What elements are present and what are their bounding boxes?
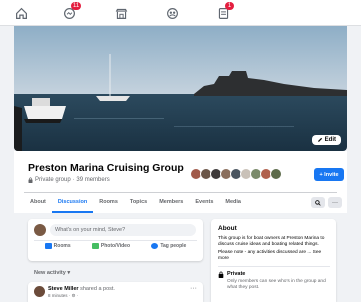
rooms-label: Rooms <box>53 243 71 249</box>
cover-photo: Edit <box>14 26 347 151</box>
search-group-button[interactable] <box>311 197 325 208</box>
home-nav-button[interactable] <box>6 4 36 22</box>
marketplace-icon <box>115 8 127 19</box>
lock-icon <box>28 177 33 183</box>
lock-icon <box>218 271 224 278</box>
video-room-icon <box>44 243 52 249</box>
post-author[interactable]: Steve Miller <box>48 286 79 292</box>
tag-people-button[interactable]: Tag people <box>151 243 186 249</box>
privacy-description: Only members can see who's in the group … <box>227 279 326 291</box>
post-action: shared a post. <box>78 286 115 292</box>
tab-discussion[interactable]: Discussion <box>51 193 94 213</box>
harbour-scene-image <box>14 26 347 151</box>
about-card: About This group is for boat owners at P… <box>211 219 336 302</box>
more-options-button[interactable]: ··· <box>328 197 342 208</box>
post-author-line: Steve Miller shared a post. <box>48 286 115 292</box>
notifications-nav-button[interactable]: 1 <box>208 2 238 22</box>
search-icon <box>315 199 321 206</box>
photo-icon <box>91 243 99 249</box>
tab-media[interactable]: Media <box>219 193 247 213</box>
messenger-nav-button[interactable]: 11 <box>54 2 84 22</box>
composer-actions: Rooms Photo/Video Tag people <box>34 243 197 249</box>
invite-button[interactable]: + Invite <box>314 168 344 181</box>
privacy-label: Private <box>227 271 246 277</box>
top-navigation-bar: 11 1 <box>0 0 361 26</box>
feed-sort-dropdown[interactable]: New activity ▾ <box>34 270 70 276</box>
feed-post: Steve Miller shared a post. 8 minutes · … <box>28 282 203 302</box>
about-title: About <box>218 225 237 232</box>
composer-divider <box>34 240 197 241</box>
tab-rooms[interactable]: Rooms <box>93 193 124 213</box>
avatar[interactable] <box>34 224 46 236</box>
tab-members[interactable]: Members <box>153 193 189 213</box>
photo-video-button[interactable]: Photo/Video <box>91 243 130 249</box>
post-timestamp[interactable]: 8 minutes · ⚙ · <box>48 293 78 299</box>
edit-cover-label: Edit <box>324 137 336 143</box>
more-icon: ··· <box>332 199 338 206</box>
tab-about[interactable]: About <box>24 193 52 213</box>
group-tabs: About Discussion Rooms Topics Members Ev… <box>24 193 247 213</box>
about-description: This group is for boat owners at Preston… <box>218 236 325 248</box>
photo-video-label: Photo/Video <box>100 243 130 249</box>
notifications-badge: 1 <box>225 2 234 10</box>
about-divider <box>218 266 330 267</box>
home-icon <box>15 7 27 19</box>
privacy-row: Private <box>218 271 245 278</box>
member-avatars[interactable] <box>190 168 282 180</box>
group-member-count[interactable]: · 39 members <box>73 177 110 183</box>
group-meta: Private group · 39 members <box>28 177 110 183</box>
composer-input[interactable]: What's on your mind, Steve? <box>50 224 196 236</box>
avatar[interactable] <box>34 286 45 297</box>
avatar <box>270 168 282 180</box>
groups-icon <box>166 7 178 19</box>
tag-people-icon <box>151 243 159 249</box>
messages-badge: 11 <box>71 2 82 10</box>
group-header: Preston Marina Cruising Group Private gr… <box>14 151 347 213</box>
about-note[interactable]: Please note - any activities discussed a… <box>218 250 330 262</box>
tab-tools: ··· <box>311 197 342 208</box>
post-composer: What's on your mind, Steve? Rooms Photo/… <box>28 219 203 261</box>
tab-topics[interactable]: Topics <box>124 193 153 213</box>
group-privacy: Private group <box>35 177 71 183</box>
edit-cover-button[interactable]: Edit <box>311 135 341 145</box>
tab-events[interactable]: Events <box>189 193 219 213</box>
pencil-icon <box>317 137 322 142</box>
rooms-button[interactable]: Rooms <box>44 243 71 249</box>
groups-nav-button[interactable] <box>157 4 187 22</box>
group-title: Preston Marina Cruising Group <box>28 162 184 174</box>
post-menu-icon[interactable]: ··· <box>190 285 197 292</box>
marketplace-nav-button[interactable] <box>106 4 136 22</box>
tag-people-label: Tag people <box>160 243 187 249</box>
